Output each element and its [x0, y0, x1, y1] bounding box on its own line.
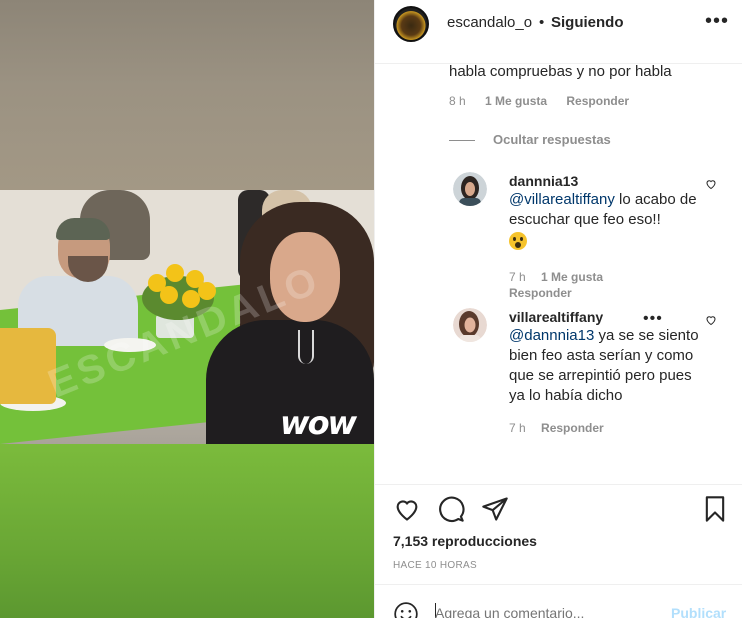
comment-meta: 8 h 1 Me gusta Responder [449, 94, 645, 108]
share-icon[interactable] [481, 495, 509, 523]
reply-avatar[interactable] [453, 172, 487, 206]
post-media[interactable]: ESCANDALO wow [0, 0, 374, 618]
reply-likes[interactable]: 1 Me gusta [541, 270, 603, 284]
views-count[interactable]: 7,153 reproducciones [393, 533, 537, 549]
media-blur-bottom [0, 444, 374, 618]
post-time: HACE 10 HORAS [393, 560, 477, 571]
post-button[interactable]: Publicar [671, 605, 726, 618]
post-header: escandalo_o • Siguiendo ••• [375, 0, 742, 64]
reply-username[interactable]: dannnia13 [509, 172, 709, 190]
add-comment-bar: Publicar [375, 584, 742, 618]
account-avatar[interactable] [393, 6, 429, 42]
reply-time: 7 h [509, 421, 526, 435]
reply-mention[interactable]: @villarealtiffany [509, 191, 615, 208]
reply-respond-button[interactable]: Responder [509, 286, 572, 300]
account-username[interactable]: escandalo_o [447, 14, 532, 31]
heart-icon[interactable] [705, 178, 717, 190]
reply-avatar[interactable] [453, 308, 487, 342]
following-button[interactable]: Siguiendo [551, 14, 624, 31]
comment-reply-button[interactable]: Responder [566, 94, 629, 108]
comments-list[interactable]: habla compruebas y no por habla 8 h 1 Me… [375, 64, 742, 484]
heart-icon[interactable] [393, 495, 421, 523]
comment-text: habla compruebas y no por habla [449, 64, 672, 80]
man-figure [18, 218, 138, 346]
reply-respond-button[interactable]: Responder [541, 421, 604, 435]
reply-meta: 7 h Responder [509, 420, 709, 436]
reply-meta: 7 h 1 Me gusta Responder [509, 269, 709, 301]
more-horizontal-icon[interactable]: ••• [705, 10, 729, 33]
media-blur-top [0, 0, 374, 190]
post-panel: escandalo_o • Siguiendo ••• habla compru… [374, 0, 742, 618]
heart-icon[interactable] [705, 314, 717, 326]
reply-text: @dannnia13 ya se se siento bien feo asta… [509, 327, 699, 404]
reply-text: @villarealtiffany lo acabo de escuchar q… [509, 191, 697, 228]
hide-replies-label: Ocultar respuestas [493, 132, 611, 147]
bookmark-icon[interactable] [701, 495, 729, 523]
astonished-face-emoji [509, 230, 709, 255]
comment-input[interactable] [435, 605, 655, 618]
divider-dash [449, 140, 475, 142]
more-horizontal-icon[interactable]: ••• [643, 310, 663, 328]
reply-time: 7 h [509, 270, 526, 284]
emoji-icon[interactable] [393, 601, 419, 618]
wow-sticker: wow [280, 404, 357, 442]
comment-icon[interactable] [437, 495, 465, 523]
comment-time: 8 h [449, 94, 466, 108]
reply-username[interactable]: villarealtiffany [509, 308, 709, 326]
separator-dot: • [539, 14, 545, 31]
reply-mention[interactable]: @dannnia13 [509, 327, 594, 344]
hide-replies-button[interactable]: Ocultar respuestas [449, 132, 611, 147]
action-bar: 7,153 reproducciones HACE 10 HORAS [375, 484, 742, 584]
comment-likes[interactable]: 1 Me gusta [485, 94, 547, 108]
video-frame[interactable]: ESCANDALO wow [0, 190, 374, 444]
